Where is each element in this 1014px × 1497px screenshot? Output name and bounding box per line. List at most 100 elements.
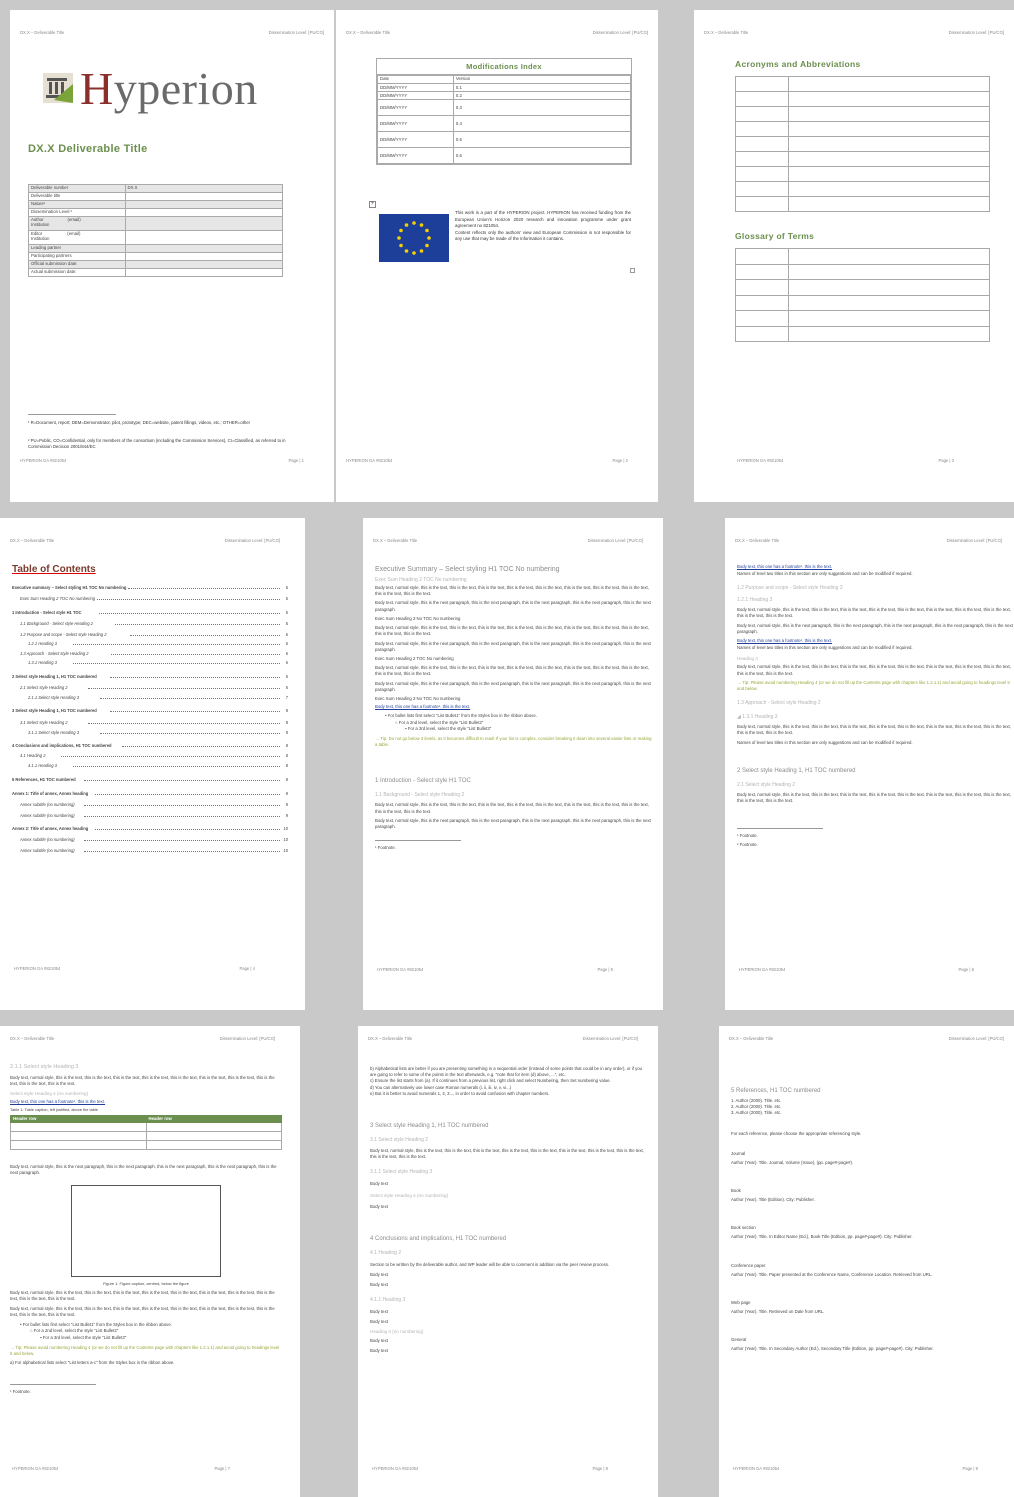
page-4: DX.X – Deliverable Title Dissemination Le… [0,518,305,1010]
reference-style-item: Journal Author (Year). Title. Journal, Vo… [731,1150,854,1165]
info-row: Editor (email) Institution [28,230,284,245]
header-right: Dissemination Level: [PU/CO] [268,30,324,35]
empty-row [734,196,990,212]
page-header: DX.X – Deliverable Title Dissemination Le… [735,538,1002,543]
empty-row [734,121,990,137]
reference-entry: 3. Author (2000). Title. etc. [731,1110,782,1116]
header-left: DX.X – Deliverable Title [20,30,65,35]
info-value[interactable] [124,208,284,217]
reference-style-item: Conference paper Author (Year). Title. Pa… [731,1262,933,1277]
empty-row [734,151,990,167]
logo-text: Hyperion [80,63,258,114]
info-value[interactable] [124,192,284,201]
eu-star [412,251,416,255]
page-footer: HYPERION GA #821054 Page | 6 [739,967,974,972]
info-value[interactable] [124,216,284,231]
col-date: Date [377,75,454,84]
modification-row: DD/MM/YYYY 0.1 [377,83,632,92]
page-footer: HYPERION GA #821054 Page | 5 [377,967,613,972]
expand-icon[interactable]: + [369,201,376,208]
info-row: Author (email) Institution [28,216,284,231]
empty-row [734,325,990,342]
page-header: DX.X – Deliverable Title Dissemination Le… [729,1036,1004,1041]
info-value[interactable] [124,200,284,209]
toc-title: Table of Contents [12,564,96,575]
modification-row: DD/MM/YYYY 0.3 [377,99,632,116]
page-6: DX.X – Deliverable Title Dissemination Le… [725,518,1014,1010]
page-header: DX.X – Deliverable Title Dissemination Le… [346,30,648,35]
eu-funding-box: This work is a part of the HYPERION proj… [376,208,632,268]
info-row: Deliverable number DX.X [28,184,284,193]
page-footer: HYPERION GA #821054 Page | 1 [20,458,304,463]
empty-row [734,76,990,92]
page-footer: HYPERION GA #821054 Page | 3 [737,458,954,463]
page-8: DX.X – Deliverable Title Dissemination Le… [358,1026,658,1497]
page-footer: HYPERION GA #821054 Page | 2 [346,458,628,463]
temple-icon [43,73,73,103]
empty-row [734,279,990,296]
empty-row [734,181,990,197]
modification-row: DD/MM/YYYY 0.2 [377,91,632,100]
empty-row [734,166,990,182]
table-of-contents: Executive summary – Select styling H1 TO… [12,585,288,853]
glossary-table [734,248,990,342]
page-footer: HYPERION GA #821054 Page | 4 [14,966,255,971]
eu-star [419,223,424,227]
figure-caption: Figure 1: Figure caption, centred, below… [103,1280,189,1286]
page-5: DX.X – Deliverable Title Dissemination Le… [363,518,663,1010]
empty-row [734,136,990,152]
eu-text-1: This work is a part of the HYPERION proj… [455,210,631,229]
empty-row [734,91,990,107]
eu-star [404,249,409,253]
exec-summary-heading: Executive Summary – Select styling H1 TO… [375,566,560,573]
page-7: DX.X – Deliverable Title Dissemination Le… [0,1026,300,1497]
eu-star [399,228,403,233]
info-row: Leading partner [28,244,284,253]
intro-heading: 1 Introduction - Select style H1 TOC [375,778,471,785]
info-row: Official submission date: [28,260,284,269]
reference-style-item: General Author (Year). Title. In Secondar… [731,1336,934,1351]
eu-text-2: Content reflects only the authors' view … [455,229,631,242]
page-1: DX.X – Deliverable Title Dissemination Le… [10,10,334,502]
info-value[interactable] [124,268,284,277]
info-row: Participating partners [28,252,284,261]
info-row: Deliverable title [28,192,284,201]
info-value[interactable] [124,252,284,261]
empty-row [734,263,990,280]
resize-handle[interactable] [630,268,635,273]
eu-star [427,236,431,240]
info-row: Actual submission date: [28,268,284,277]
eu-star [404,223,409,227]
reference-style-item: Web page Author (Year). Title. Retrieved … [731,1299,825,1314]
reference-style-item: Book section Author (Year). Title. In Edi… [731,1225,913,1240]
acronyms-table [734,76,990,212]
footnote-1: ¹ R=Document, report; DEM=Demonstrator, … [28,420,251,425]
reference-style-item: Book Author (Year). Title (Edition). City… [731,1188,815,1203]
info-value[interactable]: DX.X [124,184,284,193]
deliverable-title: DX.X Deliverable Title [28,143,148,155]
info-value[interactable] [124,244,284,253]
eu-star [425,228,429,233]
footnote-2: ² PU=Public, CO=Confidential, only for m… [28,438,286,450]
empty-row [734,294,990,311]
table-caption: Table 1: Table caption, left justified, … [10,1107,98,1113]
eu-star [399,243,403,248]
col-version: Version [452,75,632,84]
page-header: DX.X – Deliverable Title Dissemination Le… [20,30,324,35]
info-value[interactable] [124,260,284,269]
empty-row [734,248,990,265]
info-value[interactable] [124,230,284,245]
tip-note: → Tip: Do not go below 3 levels, as it b… [375,735,652,748]
footnote-link[interactable]: Body text, this one has a footnote¹. thi… [375,704,653,709]
figure-placeholder [71,1184,221,1277]
page-footer: HYPERION GA #821054 Page | 7 [12,1466,230,1471]
glossary-title: Glossary of Terms [735,231,815,241]
page-2: DX.X – Deliverable Title Dissemination Le… [336,10,658,502]
page-footer: HYPERION GA #821054 Page | 9 [733,1466,978,1471]
hyperion-logo: Hyperion [40,62,280,122]
page-footer: HYPERION GA #821054 Page | 8 [372,1466,608,1471]
info-row: Dissemination Level ² [28,208,284,217]
modifications-title: Modifications Index [377,59,631,75]
eu-star [419,249,424,253]
page-header: DX.X – Deliverable Title Dissemination Le… [10,538,280,543]
